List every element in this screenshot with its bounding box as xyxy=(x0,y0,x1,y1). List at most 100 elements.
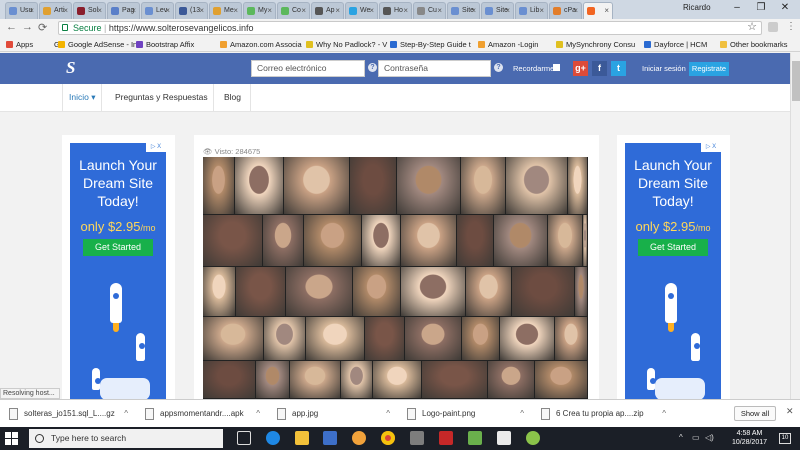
twitter-icon[interactable]: t xyxy=(611,61,626,76)
browser-tab[interactable]: Site × xyxy=(481,2,514,19)
profile-photo[interactable] xyxy=(353,267,401,317)
ad-get-started-button[interactable]: Get Started xyxy=(83,239,153,256)
facebook-icon[interactable]: f xyxy=(592,61,607,76)
profile-photo[interactable] xyxy=(494,215,548,267)
profile-photo[interactable] xyxy=(568,157,588,215)
profile-photo[interactable] xyxy=(286,267,353,317)
download-menu-icon[interactable]: ^ xyxy=(662,400,666,428)
profile-photo[interactable] xyxy=(203,157,235,215)
taskbar-search-input[interactable]: Type here to search xyxy=(29,429,223,448)
profile-photo[interactable] xyxy=(506,157,568,215)
profile-photo[interactable] xyxy=(461,157,506,215)
tab-close-icon[interactable]: × xyxy=(29,3,34,18)
android-studio-icon[interactable] xyxy=(468,431,482,445)
browser-tab[interactable]: Ho × xyxy=(379,2,412,19)
download-menu-icon[interactable]: ^ xyxy=(124,400,128,428)
tab-close-icon[interactable]: × xyxy=(233,3,238,18)
tab-close-icon[interactable]: × xyxy=(97,3,102,18)
profile-photo[interactable] xyxy=(548,215,583,267)
profile-photo[interactable] xyxy=(235,157,284,215)
profile-photo[interactable] xyxy=(264,317,306,361)
maximize-button[interactable]: ❐ xyxy=(754,2,768,13)
reload-icon[interactable]: ⟳ xyxy=(38,21,47,34)
google-plus-icon[interactable]: g+ xyxy=(573,61,588,76)
profile-photo[interactable] xyxy=(256,361,290,399)
tab-close-icon[interactable]: × xyxy=(437,3,442,18)
profile-photo[interactable] xyxy=(284,157,350,215)
tab-close-icon[interactable]: × xyxy=(199,3,204,18)
profile-photo[interactable] xyxy=(512,267,575,317)
download-item[interactable]: solteras_jo151.sql_L....gz ^ xyxy=(4,400,128,428)
tab-close-icon[interactable]: × xyxy=(131,3,136,18)
profile-photo[interactable] xyxy=(422,361,488,399)
download-item[interactable]: appsmomentandr....apk ^ xyxy=(140,400,260,428)
bookmark-item[interactable]: Step-By-Step Guide t xyxy=(390,37,471,52)
profile-photo[interactable] xyxy=(555,317,588,361)
profile-photo[interactable] xyxy=(405,317,462,361)
menu-icon[interactable]: ⋮ xyxy=(786,21,796,32)
download-item[interactable]: Logo-paint.png ^ xyxy=(402,400,524,428)
minimize-button[interactable]: – xyxy=(730,2,744,13)
profile-photo[interactable] xyxy=(365,317,405,361)
profile-photo[interactable] xyxy=(500,317,555,361)
browser-tab[interactable]: Ap × xyxy=(311,2,344,19)
browser-tab[interactable]: My × xyxy=(243,2,276,19)
tab-close-icon[interactable]: × xyxy=(369,3,374,18)
site-logo[interactable]: S xyxy=(66,58,75,78)
close-window-button[interactable]: ✕ xyxy=(778,2,792,13)
browser-tab[interactable]: Cu × xyxy=(413,2,446,19)
bookmark-item[interactable]: Why No Padlock? - V xyxy=(306,37,387,52)
password-help-icon[interactable]: ? xyxy=(494,63,503,72)
profile-photo[interactable] xyxy=(203,267,236,317)
profile-photo[interactable] xyxy=(236,267,286,317)
profile-photo[interactable] xyxy=(401,215,457,267)
tab-close-icon[interactable]: × xyxy=(573,3,578,18)
volume-icon[interactable]: ◁) xyxy=(705,433,714,442)
tab-close-icon[interactable]: × xyxy=(301,3,306,18)
show-all-downloads-button[interactable]: Show all xyxy=(734,406,776,421)
tab-close-icon[interactable]: × xyxy=(505,3,510,18)
filezilla-icon[interactable] xyxy=(439,431,453,445)
tab-close-icon[interactable]: × xyxy=(539,3,544,18)
profile-photo[interactable] xyxy=(341,361,373,399)
profile-photo[interactable] xyxy=(290,361,341,399)
tab-close-icon[interactable]: × xyxy=(471,3,476,18)
file-explorer-icon[interactable] xyxy=(295,431,309,445)
notification-icon[interactable]: 10 xyxy=(779,433,791,444)
remember-me-checkbox[interactable] xyxy=(553,64,560,71)
profile-photo[interactable] xyxy=(263,215,304,267)
browser-tab[interactable]: Lib × xyxy=(515,2,548,19)
bookmark-item[interactable]: Google AdSense - Ini xyxy=(58,37,139,52)
profile-photo[interactable] xyxy=(457,215,494,267)
browser-tab[interactable]: (13 × xyxy=(175,2,208,19)
login-link[interactable]: Iniciar sesión xyxy=(642,64,686,73)
profile-photo[interactable] xyxy=(350,157,397,215)
browser-tab[interactable]: Me × xyxy=(209,2,242,19)
profile-photo[interactable] xyxy=(203,361,256,399)
right-ad-banner[interactable]: ▷ X Launch Your Dream Site Today! only $… xyxy=(625,143,721,399)
bookmark-item[interactable]: Bootstrap Affix xyxy=(136,37,194,52)
browser-tab[interactable]: Lev × xyxy=(141,2,174,19)
app-icon[interactable] xyxy=(497,431,511,445)
bookmark-item[interactable]: Other bookmarks xyxy=(720,37,788,52)
profile-photo[interactable] xyxy=(306,317,365,361)
scrollbar[interactable] xyxy=(790,53,800,399)
left-ad-banner[interactable]: ▷ X Launch Your Dream Site Today! only $… xyxy=(70,143,166,399)
address-bar[interactable]: Secure | https://www.solterosevangelicos… xyxy=(58,21,762,35)
bookmark-item[interactable]: Amazon.com Associa xyxy=(220,37,302,52)
tab-close-icon[interactable]: × xyxy=(604,3,609,18)
bookmark-item[interactable]: Apps xyxy=(6,37,33,52)
app-icon[interactable] xyxy=(526,431,540,445)
profile-photo[interactable] xyxy=(466,267,512,317)
profile-photo[interactable] xyxy=(583,215,588,267)
back-icon[interactable]: ← xyxy=(6,21,17,33)
tab-close-icon[interactable]: × xyxy=(403,3,408,18)
download-item[interactable]: 6 Crea tu propia ap....zip ^ xyxy=(536,400,666,428)
tab-close-icon[interactable]: × xyxy=(267,3,272,18)
app-icon[interactable] xyxy=(410,431,424,445)
tray-chevron-icon[interactable]: ^ xyxy=(679,433,683,442)
extension-icon[interactable] xyxy=(768,22,778,32)
bookmark-star-icon[interactable]: ☆ xyxy=(747,21,757,33)
scrollbar-thumb[interactable] xyxy=(792,61,800,101)
browser-tab[interactable]: Pag × xyxy=(107,2,140,19)
